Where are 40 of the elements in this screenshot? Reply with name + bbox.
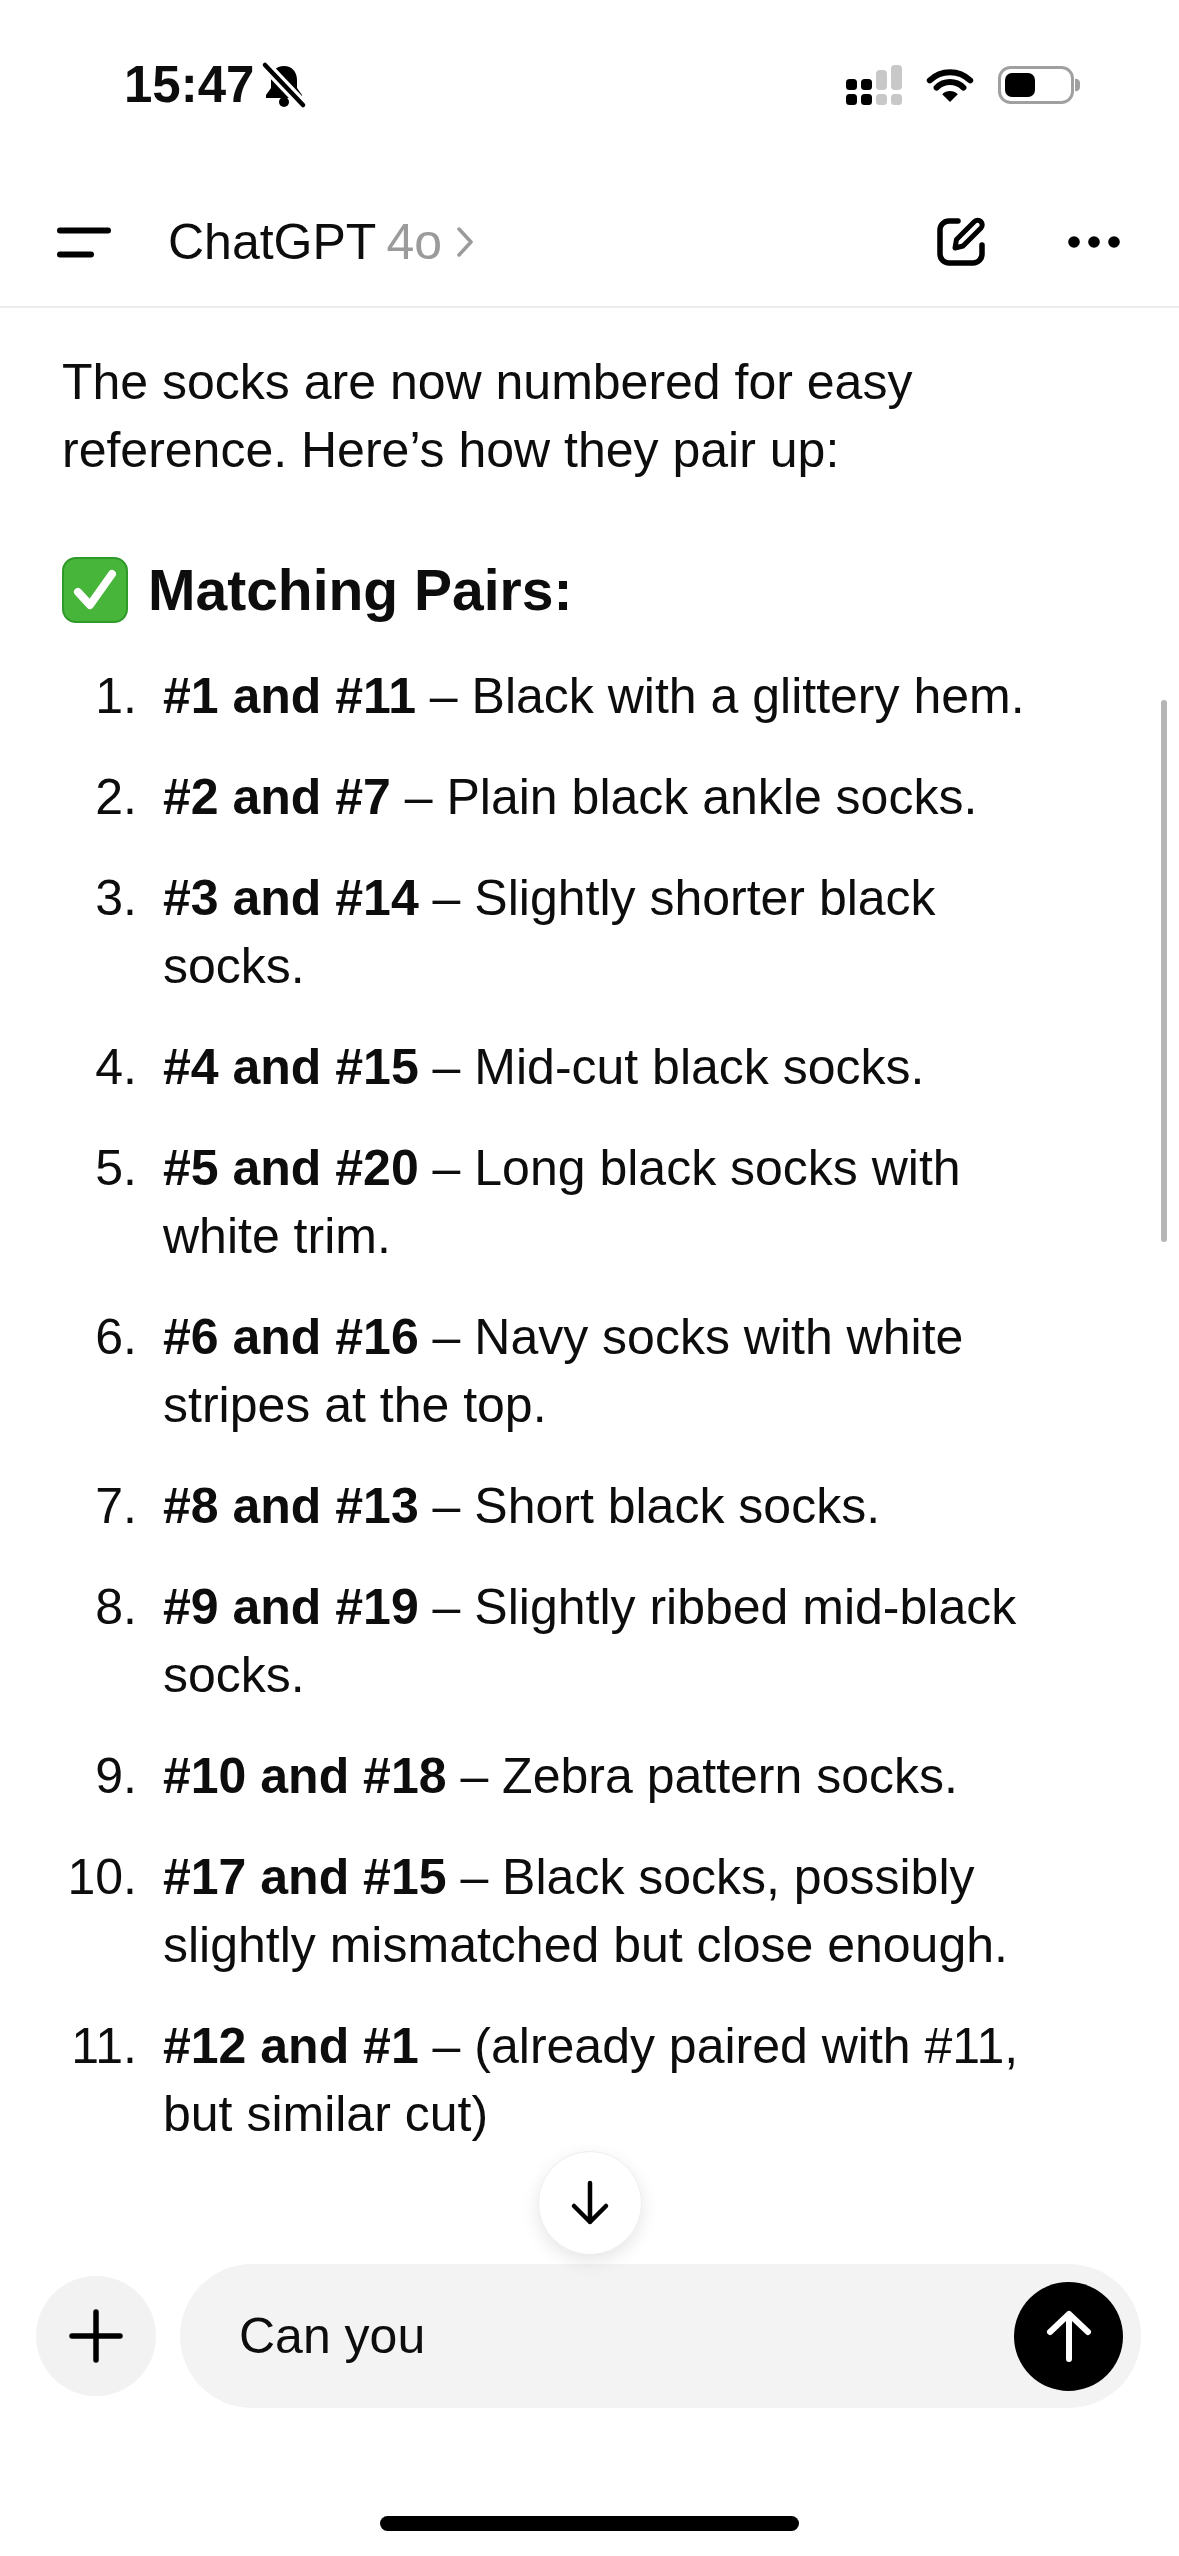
status-time: 15:47 bbox=[124, 55, 255, 115]
list-number: 9. bbox=[94, 1747, 137, 1806]
chevron-right-icon bbox=[456, 226, 475, 258]
menu-icon[interactable] bbox=[57, 226, 111, 258]
list-item-text: #6 and #16 – Navy socks with white stripes at the top. bbox=[163, 1308, 965, 1435]
model-selector-button[interactable]: ChatGPT 4o bbox=[168, 212, 475, 272]
compose-icon[interactable] bbox=[934, 215, 988, 269]
list-number: 7. bbox=[94, 1477, 137, 1536]
list-item-text: #8 and #13 – Short black socks. bbox=[163, 1477, 882, 1536]
arrow-down-icon bbox=[570, 2180, 610, 2226]
list-item-text: #3 and #14 – Slightly shorter black socks. bbox=[163, 869, 937, 996]
list-number: 11. bbox=[70, 2017, 137, 2076]
plus-icon bbox=[69, 2309, 123, 2363]
list-item-text: #4 and #15 – Mid-cut black socks. bbox=[163, 1038, 926, 1097]
list-item-text: #10 and #18 – Zebra pattern socks. bbox=[163, 1747, 959, 1806]
message-input-field[interactable]: Can you bbox=[239, 2302, 998, 2370]
list-number: 1. bbox=[94, 667, 137, 726]
battery-icon bbox=[998, 66, 1080, 104]
message-paragraph: The socks are now numbered for easy reference. Here’s how they pair up: bbox=[62, 353, 914, 480]
list-number: 10. bbox=[66, 1848, 137, 1907]
list-number: 5. bbox=[94, 1139, 137, 1198]
list-item-text: #5 and #20 – Long black socks with white trim. bbox=[163, 1139, 962, 1266]
list-item-text: #12 and #1 – (already paired with #11, but similar cut) bbox=[163, 2017, 1020, 2144]
checkmark-icon bbox=[62, 557, 128, 623]
list-number: 6. bbox=[94, 1308, 137, 1367]
list-item-text: #9 and #19 – Slightly ribbed mid-black socks. bbox=[163, 1578, 1018, 1705]
list-item-text: #2 and #7 – Plain black ankle socks. bbox=[163, 768, 979, 827]
list-number: 4. bbox=[94, 1038, 137, 1097]
section-heading: Matching Pairs: bbox=[148, 557, 573, 624]
cellular-signal-icon bbox=[846, 65, 902, 105]
list-item-text: #17 and #15 – Black socks, possibly slightly mismatched but close enough. bbox=[163, 1848, 1009, 1975]
list-number: 8. bbox=[94, 1578, 137, 1637]
wifi-icon bbox=[925, 67, 975, 103]
bell-slash-icon bbox=[261, 61, 308, 109]
list-item-text: #1 and #11 – Black with a glittery hem. bbox=[163, 667, 1026, 726]
arrow-up-icon bbox=[1045, 2310, 1092, 2362]
more-options-icon[interactable] bbox=[1068, 236, 1120, 248]
list-number: 2. bbox=[94, 768, 137, 827]
message-composer[interactable]: Can you bbox=[180, 2264, 1141, 2408]
list-number: 3. bbox=[94, 869, 137, 928]
